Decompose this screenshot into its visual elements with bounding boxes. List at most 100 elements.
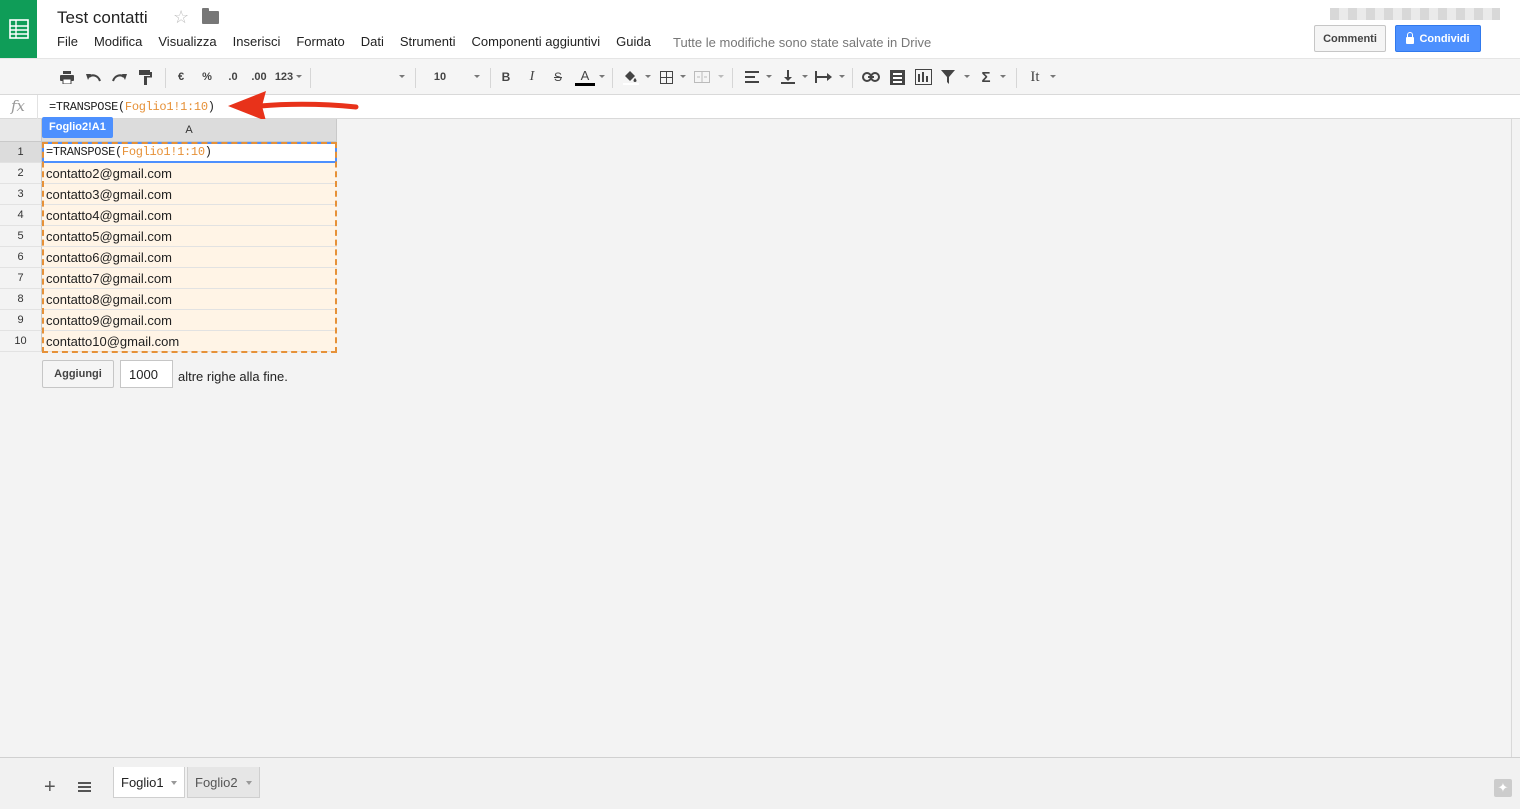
- strikethrough-button[interactable]: S: [551, 67, 565, 87]
- row-header[interactable]: 7: [0, 268, 42, 289]
- text-color-swatch: [575, 82, 595, 86]
- menu-file[interactable]: File: [57, 34, 78, 49]
- menu-tools[interactable]: Strumenti: [400, 34, 456, 49]
- cell[interactable]: contatto2@gmail.com: [42, 163, 337, 184]
- undo-icon[interactable]: [84, 67, 102, 87]
- align-left-icon[interactable]: [744, 67, 760, 87]
- row-header[interactable]: 6: [0, 247, 42, 268]
- sheet-tab-caret-icon[interactable]: [171, 781, 177, 785]
- explore-icon[interactable]: ✦: [1494, 779, 1512, 797]
- functions-button[interactable]: Σ: [978, 67, 994, 87]
- text-color-caret-icon[interactable]: [599, 75, 605, 78]
- sheet-tab-caret-icon[interactable]: [246, 781, 252, 785]
- add-sheet-icon[interactable]: +: [44, 777, 56, 797]
- select-all-corner[interactable]: [0, 119, 42, 142]
- comments-button[interactable]: Commenti: [1314, 25, 1386, 52]
- menu-addons[interactable]: Componenti aggiuntivi: [472, 34, 601, 49]
- menu-view[interactable]: Visualizza: [158, 34, 216, 49]
- cell[interactable]: contatto10@gmail.com: [42, 331, 337, 352]
- font-family-select[interactable]: [318, 67, 408, 87]
- print-icon[interactable]: [58, 67, 76, 87]
- fill-color-icon[interactable]: [621, 67, 641, 87]
- grid: A Foglio2!A1 1 =TRANSPOSE(Foglio1!1:10) 2 c…: [0, 117, 1512, 757]
- toolbar-separator: [732, 68, 733, 88]
- bold-button[interactable]: B: [499, 67, 513, 87]
- share-button-label: Condividi: [1419, 32, 1470, 45]
- insert-chart-icon[interactable]: [913, 67, 933, 87]
- row-header[interactable]: 8: [0, 289, 42, 310]
- row-header[interactable]: 9: [0, 310, 42, 331]
- font-family-caret-icon[interactable]: [399, 75, 405, 78]
- cell-formula-range-ref: Foglio1!1:10: [121, 145, 205, 159]
- sheet-tab-foglio2[interactable]: Foglio2: [187, 767, 260, 798]
- fill-color-caret-icon[interactable]: [645, 75, 651, 78]
- all-sheets-menu-icon[interactable]: [78, 782, 91, 792]
- star-icon[interactable]: ☆: [173, 7, 189, 28]
- input-tools-button[interactable]: It: [1026, 67, 1044, 87]
- cell[interactable]: contatto6@gmail.com: [42, 247, 337, 268]
- filter-caret-icon[interactable]: [964, 75, 970, 78]
- account-info[interactable]: [1330, 8, 1500, 20]
- decrease-decimals-button[interactable]: .0: [224, 67, 242, 87]
- filter-icon[interactable]: [939, 67, 957, 87]
- input-tools-caret-icon[interactable]: [1050, 75, 1056, 78]
- menu-edit[interactable]: Modifica: [94, 34, 142, 49]
- row-header[interactable]: 10: [0, 331, 42, 352]
- cell-formula-prefix: =TRANSPOSE(: [46, 145, 122, 159]
- vertical-align-caret-icon[interactable]: [802, 75, 808, 78]
- cell[interactable]: contatto5@gmail.com: [42, 226, 337, 247]
- increase-decimals-button[interactable]: .00: [249, 67, 269, 87]
- active-range-label: Foglio2!A1: [42, 117, 113, 138]
- vertical-align-icon[interactable]: [780, 67, 796, 87]
- doc-title[interactable]: Test contatti: [57, 8, 148, 28]
- active-cell-editor[interactable]: =TRANSPOSE(Foglio1!1:10): [42, 142, 337, 163]
- cell[interactable]: contatto7@gmail.com: [42, 268, 337, 289]
- row-header[interactable]: 3: [0, 184, 42, 205]
- share-button[interactable]: Condividi: [1395, 25, 1481, 52]
- add-rows-button[interactable]: Aggiungi: [42, 360, 114, 388]
- menu-help[interactable]: Guida: [616, 34, 651, 49]
- sheets-logo-icon[interactable]: [0, 0, 37, 58]
- toolbar-separator: [852, 68, 853, 88]
- merge-caret-icon[interactable]: [718, 75, 724, 78]
- cell-formula-suffix: ): [204, 145, 212, 159]
- folder-icon[interactable]: [202, 8, 219, 24]
- more-formats-caret-icon[interactable]: [296, 75, 302, 78]
- formula-input[interactable]: =TRANSPOSE(Foglio1!1:10): [49, 100, 215, 114]
- text-wrap-icon[interactable]: [814, 67, 834, 87]
- font-size-select[interactable]: 10: [430, 67, 450, 87]
- formula-suffix: ): [207, 100, 215, 114]
- paint-format-icon[interactable]: [136, 67, 154, 87]
- row-header[interactable]: 5: [0, 226, 42, 247]
- italic-button[interactable]: I: [525, 67, 539, 87]
- cell[interactable]: contatto4@gmail.com: [42, 205, 337, 226]
- text-color-button[interactable]: A: [575, 67, 595, 87]
- font-size-caret-icon[interactable]: [474, 75, 480, 78]
- save-status[interactable]: Tutte le modifiche sono state salvate in…: [673, 35, 931, 50]
- menu-data[interactable]: Dati: [361, 34, 384, 49]
- rows-count-input[interactable]: [120, 360, 173, 388]
- redo-icon[interactable]: [110, 67, 128, 87]
- borders-icon[interactable]: [658, 67, 674, 87]
- row-header[interactable]: 1: [0, 142, 42, 163]
- menu-insert[interactable]: Inserisci: [233, 34, 281, 49]
- insert-link-icon[interactable]: [861, 67, 881, 87]
- row-header[interactable]: 4: [0, 205, 42, 226]
- more-formats-button[interactable]: 123: [274, 67, 294, 87]
- align-caret-icon[interactable]: [766, 75, 772, 78]
- menu-format[interactable]: Formato: [296, 34, 344, 49]
- menu-bar: File Modifica Visualizza Inserisci Forma…: [57, 34, 667, 49]
- currency-button[interactable]: €: [174, 67, 188, 87]
- text-wrap-caret-icon[interactable]: [839, 75, 845, 78]
- row-header[interactable]: 2: [0, 163, 42, 184]
- sheet-tab-foglio1[interactable]: Foglio1: [113, 767, 185, 798]
- vertical-scrollbar[interactable]: [1512, 119, 1520, 757]
- merge-cells-icon[interactable]: [693, 67, 711, 87]
- borders-caret-icon[interactable]: [680, 75, 686, 78]
- functions-caret-icon[interactable]: [1000, 75, 1006, 78]
- cell[interactable]: contatto3@gmail.com: [42, 184, 337, 205]
- cell[interactable]: contatto9@gmail.com: [42, 310, 337, 331]
- percent-button[interactable]: %: [200, 67, 214, 87]
- cell[interactable]: contatto8@gmail.com: [42, 289, 337, 310]
- insert-comment-icon[interactable]: [888, 67, 906, 87]
